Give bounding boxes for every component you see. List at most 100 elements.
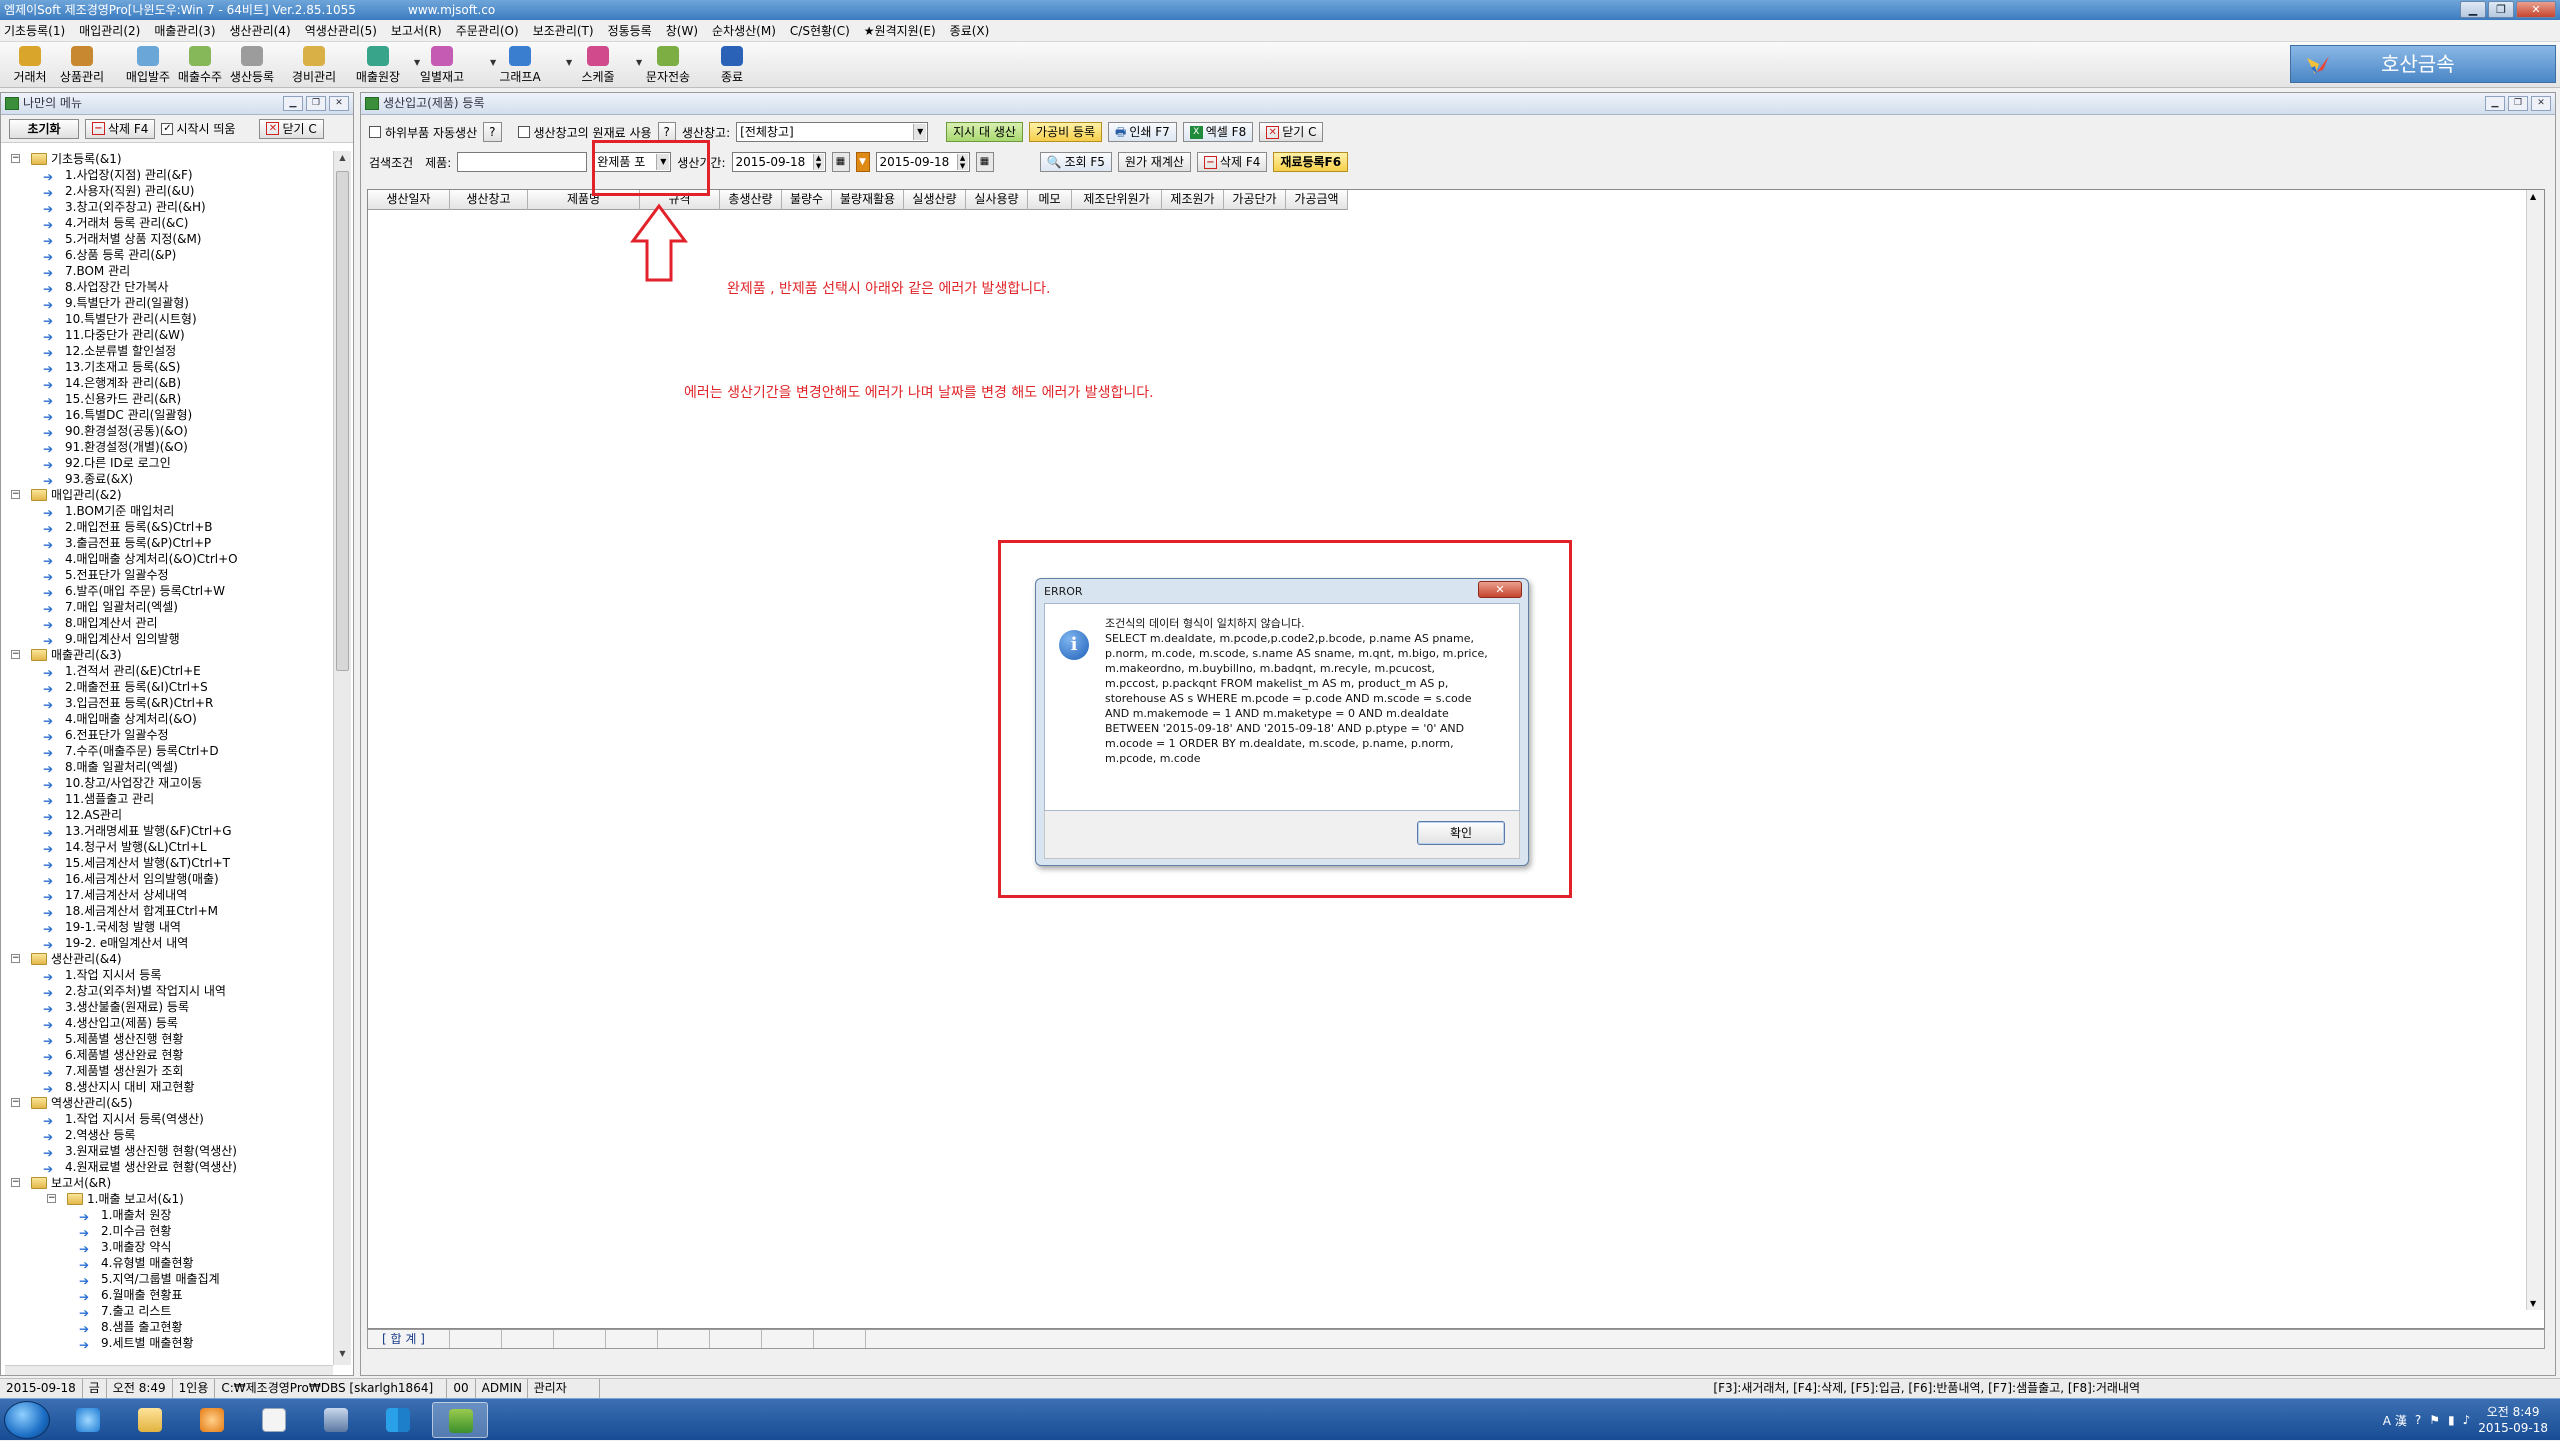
- tree-folder[interactable]: − 역생산관리(&5): [5, 1095, 333, 1111]
- raw-material-help-button[interactable]: ?: [657, 122, 676, 142]
- tree-item[interactable]: ➔ 6.발주(매입 주문) 등록Ctrl+W: [5, 583, 333, 600]
- win-restore-icon[interactable]: ❐: [2508, 96, 2528, 111]
- menu-item[interactable]: ★원격지원(E): [864, 22, 936, 39]
- column-header[interactable]: 생산일자: [368, 190, 450, 210]
- tree-item[interactable]: ➔ 4.생산입고(제품) 등록: [5, 1015, 333, 1032]
- tree-item[interactable]: ➔ 12.AS관리: [5, 807, 333, 824]
- tree-item[interactable]: ➔ 1.BOM기준 매입처리: [5, 503, 333, 520]
- recalc-cost-button[interactable]: 원가 재계산: [1117, 152, 1191, 172]
- tree-item[interactable]: ➔ 2.역생산 등록: [5, 1127, 333, 1144]
- toolbar-button[interactable]: 스케줄: [572, 44, 624, 86]
- tree-item[interactable]: ➔ 3.원재료별 생산진행 현황(역생산): [5, 1143, 333, 1160]
- print-button[interactable]: 🖶 인쇄 F7: [1108, 122, 1177, 142]
- tree-item[interactable]: ➔ 2.창고(외주처)별 작업지시 내역: [5, 983, 333, 1000]
- taskbar-mjsoft[interactable]: [432, 1402, 488, 1438]
- tree-item[interactable]: ➔ 13.거래명세표 발행(&F)Ctrl+G: [5, 823, 333, 840]
- tree-item[interactable]: ➔ 13.기초재고 등록(&S): [5, 359, 333, 376]
- ok-button[interactable]: 확인: [1417, 821, 1505, 845]
- scroll-down-icon[interactable]: ▼: [336, 1349, 349, 1363]
- toolbar-dropdown-icon[interactable]: ▼: [490, 58, 496, 67]
- tree-item[interactable]: ➔ 2.매입전표 등록(&S)Ctrl+B: [5, 519, 333, 536]
- tree-item[interactable]: ➔ 9.특별단가 관리(일괄형): [5, 295, 333, 312]
- column-header[interactable]: 실사용량: [966, 190, 1028, 210]
- column-header[interactable]: 제조단위원가: [1072, 190, 1162, 210]
- grid-scroll-up-icon[interactable]: ▲: [2530, 192, 2536, 201]
- tree-folder[interactable]: −1.매출 보고서(&1): [5, 1191, 333, 1207]
- tree-item[interactable]: ➔ 10.특별단가 관리(시트형): [5, 311, 333, 328]
- tree-item[interactable]: ➔ 1.사업장(지점) 관리(&F): [5, 167, 333, 184]
- panel-close-icon[interactable]: ✕: [329, 96, 349, 111]
- date-from-input[interactable]: 2015-09-18 ▲ ▼: [731, 152, 826, 172]
- tree-item[interactable]: ➔ 7.매입 일괄처리(엑셀): [5, 599, 333, 616]
- product-input[interactable]: [457, 152, 588, 172]
- menu-item[interactable]: 정통등록: [608, 22, 652, 39]
- toolbar-dropdown-icon[interactable]: ▼: [566, 58, 572, 67]
- tree-item[interactable]: ➔ 19-1.국세청 발행 내역: [5, 919, 333, 936]
- tree-item[interactable]: ➔ 4.거래처 등록 관리(&C): [5, 215, 333, 232]
- scroll-thumb[interactable]: [336, 171, 349, 671]
- raw-material-checkbox[interactable]: 생산창고의 원재료 사용: [517, 124, 652, 141]
- tray-ime[interactable]: A 漢: [2383, 1412, 2407, 1429]
- tree-item[interactable]: ➔ 3.매출장 약식: [5, 1239, 333, 1256]
- tree-item[interactable]: ➔ 3.창고(외주창고) 관리(&H): [5, 199, 333, 216]
- tree-item[interactable]: ➔ 6.상품 등록 관리(&P): [5, 247, 333, 264]
- tray-clock[interactable]: 오전 8:49 2015-09-18: [2478, 1404, 2548, 1436]
- tree-folder[interactable]: − 매입관리(&2): [5, 487, 333, 503]
- taskbar-media[interactable]: [184, 1402, 240, 1438]
- taskbar-ie[interactable]: [60, 1402, 116, 1438]
- toolbar-button[interactable]: 경비관리: [288, 44, 340, 86]
- tree-item[interactable]: ➔ 7.출고 리스트: [5, 1303, 333, 1320]
- collapse-icon[interactable]: −: [11, 490, 20, 499]
- tree-item[interactable]: ➔ 3.입금전표 등록(&R)Ctrl+R: [5, 695, 333, 712]
- tree-item[interactable]: ➔ 4.매입매출 상계처리(&O)Ctrl+O: [5, 551, 333, 568]
- tree-item[interactable]: ➔ 16.세금계산서 임의발행(매출): [5, 871, 333, 888]
- column-header[interactable]: 메모: [1028, 190, 1072, 210]
- win-minimize-icon[interactable]: ▁: [2485, 96, 2505, 111]
- tree-item[interactable]: ➔ 92.다른 ID로 로그인: [5, 455, 333, 472]
- tree-item[interactable]: ➔ 17.세금계산서 상세내역: [5, 887, 333, 904]
- tree-folder[interactable]: − 매출관리(&3): [5, 647, 333, 663]
- menu-item[interactable]: 종료(X): [950, 22, 990, 39]
- sub-auto-help-button[interactable]: ?: [483, 122, 502, 142]
- tree-item[interactable]: ➔ 8.매입계산서 관리: [5, 615, 333, 632]
- tree-item[interactable]: ➔ 4.원재료별 생산완료 현황(역생산): [5, 1159, 333, 1176]
- tree-item[interactable]: ➔ 9.매입계산서 임의발행: [5, 631, 333, 648]
- process-cost-button[interactable]: 가공비 등록: [1028, 122, 1102, 142]
- tree-item[interactable]: ➔ 8.생산지시 대비 재고현황: [5, 1079, 333, 1096]
- menu-item[interactable]: 순차생산(M): [712, 22, 776, 39]
- menu-item[interactable]: 주문관리(O): [456, 22, 519, 39]
- tree-folder[interactable]: − 보고서(&R): [5, 1175, 333, 1191]
- tree-item[interactable]: ➔ 7.BOM 관리: [5, 263, 333, 280]
- menu-item[interactable]: 생산관리(4): [230, 22, 291, 39]
- panel-restore-icon[interactable]: ❐: [306, 96, 326, 111]
- tree-item[interactable]: ➔ 15.신용카드 관리(&R): [5, 391, 333, 408]
- tree-item[interactable]: ➔ 5.전표단가 일괄수정: [5, 567, 333, 584]
- menu-item[interactable]: 보조관리(T): [533, 22, 594, 39]
- restore-icon[interactable]: ❐: [2488, 1, 2514, 18]
- delete-record-button[interactable]: − 삭제 F4: [1196, 152, 1268, 172]
- warehouse-select[interactable]: [전체창고] ▼: [736, 122, 929, 142]
- close-window-button[interactable]: ✕ 닫기 C: [1259, 122, 1324, 142]
- tree-item[interactable]: ➔ 14.청구서 발행(&L)Ctrl+L: [5, 839, 333, 856]
- column-header[interactable]: 불량재활용: [832, 190, 904, 210]
- column-header[interactable]: 총생산량: [720, 190, 782, 210]
- minimize-icon[interactable]: ▁: [2460, 1, 2486, 18]
- tree-folder[interactable]: − 생산관리(&4): [5, 951, 333, 967]
- tree-item[interactable]: ➔ 18.세금계산서 합계표Ctrl+M: [5, 903, 333, 920]
- toolbar-button[interactable]: 상품관리: [56, 44, 108, 86]
- tree-item[interactable]: ➔ 5.지역/그룹별 매출집계: [5, 1271, 333, 1288]
- tree-item[interactable]: ➔ 6.제품별 생산완료 현황: [5, 1047, 333, 1064]
- menu-item[interactable]: 매입관리(2): [79, 22, 140, 39]
- tree-item[interactable]: ➔ 3.출금전표 등록(&P)Ctrl+P: [5, 535, 333, 552]
- menu-item[interactable]: 보고서(R): [391, 22, 442, 39]
- sub-auto-checkbox[interactable]: 하위부품 자동생산: [369, 124, 477, 141]
- toolbar-button[interactable]: 생산등록: [226, 44, 278, 86]
- taskbar-naver[interactable]: [246, 1402, 302, 1438]
- tree-item[interactable]: ➔ 12.소분류별 할인설정: [5, 343, 333, 360]
- tree-item[interactable]: ➔ 5.제품별 생산진행 현황: [5, 1031, 333, 1048]
- toolbar-dropdown-icon[interactable]: ▼: [636, 58, 642, 67]
- close-menu-button[interactable]: ✕ 닫기 C: [259, 118, 324, 139]
- tree-item[interactable]: ➔ 2.미수금 현황: [5, 1223, 333, 1240]
- toolbar-button[interactable]: 매출수주: [174, 44, 226, 86]
- menu-item[interactable]: 매출관리(3): [154, 22, 215, 39]
